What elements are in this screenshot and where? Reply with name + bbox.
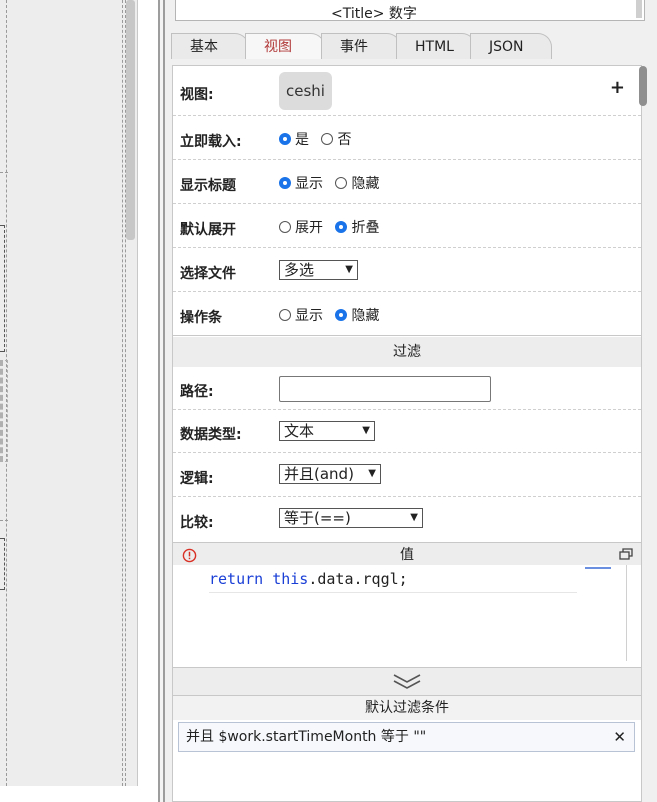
- editor-scrollbar[interactable]: [626, 565, 627, 661]
- toolbar-show-radio[interactable]: 显示: [279, 305, 323, 325]
- toolbar-hide-radio[interactable]: 隐藏: [335, 305, 379, 325]
- path-label: 路径:: [180, 384, 214, 400]
- expand-row: 默认展开 展开 折叠: [173, 204, 641, 248]
- add-view-button[interactable]: +: [610, 77, 625, 98]
- file-row: 选择文件 多选 ▼: [173, 248, 641, 292]
- pane-splitter[interactable]: [158, 0, 165, 802]
- expand-toggle[interactable]: [173, 667, 641, 695]
- compare-label: 比较:: [180, 515, 214, 531]
- show-title-show-radio[interactable]: 显示: [279, 173, 323, 193]
- path-row: 路径:: [173, 367, 641, 410]
- toolbar-label: 操作条: [180, 310, 222, 326]
- view-row: 视图: ceshi +: [173, 66, 641, 116]
- canvas-block: [0, 538, 5, 590]
- title-scrollbar[interactable]: [636, 0, 642, 18]
- default-filter-item[interactable]: 并且 $work.startTimeMonth 等于 "" ✕: [178, 722, 635, 752]
- datatype-select[interactable]: 文本 ▼: [279, 421, 375, 441]
- filter-section-header: 过滤: [173, 337, 641, 367]
- double-chevron-down-icon: [393, 674, 421, 689]
- load-no-radio[interactable]: 否: [321, 129, 351, 149]
- tab-basic[interactable]: 基本: [171, 33, 249, 59]
- datatype-label: 数据类型:: [180, 427, 242, 443]
- load-row: 立即载入: 是 否: [173, 116, 641, 160]
- show-title-label: 显示标题: [180, 178, 236, 194]
- guide-line: [0, 520, 8, 521]
- expand-label: 默认展开: [180, 222, 236, 238]
- load-label: 立即载入:: [180, 134, 242, 150]
- close-icon[interactable]: ✕: [613, 723, 626, 751]
- datatype-row: 数据类型: 文本 ▼: [173, 410, 641, 453]
- toolbar-row: 操作条 显示 隐藏: [173, 292, 641, 336]
- code-editor[interactable]: return this.data.rqgl;: [173, 565, 641, 667]
- expand-open-radio[interactable]: 展开: [279, 217, 323, 237]
- canvas-block: [0, 225, 5, 352]
- logic-select[interactable]: 并且(and) ▼: [279, 464, 381, 484]
- path-input[interactable]: [279, 376, 491, 402]
- guide-line: [0, 172, 8, 173]
- file-label: 选择文件: [180, 266, 236, 282]
- tab-event[interactable]: 事件: [321, 33, 401, 59]
- chevron-down-icon: ▼: [345, 264, 353, 275]
- default-filter-text: 并且 $work.startTimeMonth 等于 "": [186, 729, 427, 745]
- maximize-icon[interactable]: [619, 548, 633, 560]
- title-text: <Title> 数字: [331, 6, 417, 22]
- show-title-row: 显示标题 显示 隐藏: [173, 160, 641, 204]
- value-editor-header: 值: [173, 542, 641, 567]
- view-chip[interactable]: ceshi: [279, 72, 332, 110]
- default-filter-header: 默认过滤条件: [173, 695, 641, 720]
- logic-label: 逻辑:: [180, 471, 214, 487]
- left-canvas-pane: [0, 0, 138, 786]
- chevron-down-icon: ▼: [410, 512, 418, 523]
- compare-row: 比较: 等于(==) ▼: [173, 497, 641, 541]
- tab-json[interactable]: JSON: [470, 33, 552, 59]
- tab-html[interactable]: HTML: [396, 33, 476, 59]
- chevron-down-icon: ▼: [362, 425, 370, 436]
- value-editor-title: 值: [400, 547, 414, 563]
- view-label: 视图:: [180, 87, 214, 103]
- error-icon: [182, 548, 197, 563]
- expand-fold-radio[interactable]: 折叠: [335, 217, 379, 237]
- compare-select[interactable]: 等于(==) ▼: [279, 508, 423, 528]
- guide-line: [122, 0, 123, 786]
- code-line: return this.data.rqgl;: [209, 570, 577, 593]
- show-title-hide-radio[interactable]: 隐藏: [335, 173, 379, 193]
- logic-row: 逻辑: 并且(and) ▼: [173, 453, 641, 497]
- property-panel: <Title> 数字 基本 视图 事件 HTML JSON 视图: ceshi …: [165, 0, 657, 802]
- title-field: <Title> 数字: [175, 0, 645, 22]
- tab-view[interactable]: 视图: [245, 33, 325, 59]
- view-tab-content: 视图: ceshi + 立即载入: 是 否 显示标题 显示 隐藏 默认展开 展开…: [172, 65, 642, 802]
- load-yes-radio[interactable]: 是: [279, 129, 309, 149]
- left-scrollbar[interactable]: [126, 0, 135, 240]
- canvas-block: [0, 360, 8, 462]
- file-select[interactable]: 多选 ▼: [279, 260, 358, 280]
- editor-minimap: [585, 567, 611, 569]
- chevron-down-icon: ▼: [368, 468, 376, 479]
- panel-scrollbar[interactable]: [639, 66, 647, 106]
